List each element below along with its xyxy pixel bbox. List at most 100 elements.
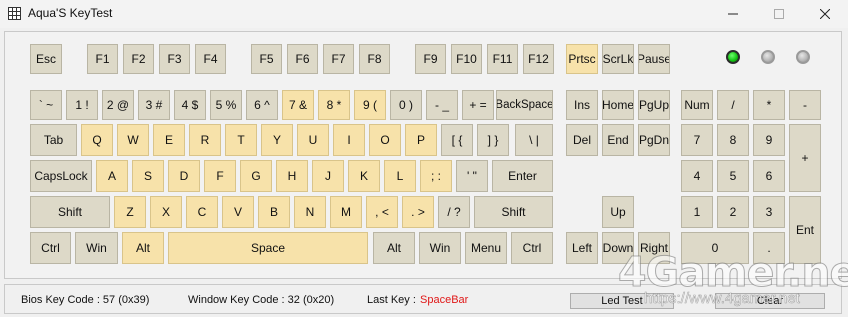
key-f1[interactable]: F1 — [87, 44, 118, 74]
key-a[interactable]: A — [96, 160, 128, 192]
key-u[interactable]: U — [297, 124, 329, 156]
key-minus[interactable]: - _ — [426, 90, 458, 120]
key-f3[interactable]: F3 — [159, 44, 190, 74]
key-g[interactable]: G — [240, 160, 272, 192]
key-d7[interactable]: 7 & — [282, 90, 314, 120]
key-rwin[interactable]: Win — [419, 232, 461, 264]
key-h[interactable]: H — [276, 160, 308, 192]
key-rshift[interactable]: Shift — [474, 196, 553, 228]
key-del[interactable]: Del — [566, 124, 598, 156]
key-backspace[interactable]: BackSpace — [496, 90, 553, 120]
key-f5[interactable]: F5 — [251, 44, 282, 74]
key-d9[interactable]: 9 ( — [354, 90, 386, 120]
key-np2[interactable]: 2 — [717, 196, 749, 228]
key-slash[interactable]: / ? — [438, 196, 470, 228]
key-pgdn[interactable]: PgDn — [638, 124, 670, 156]
maximize-button[interactable] — [756, 0, 802, 28]
key-d1[interactable]: 1 ! — [66, 90, 98, 120]
key-prtsc[interactable]: Prtsc — [566, 44, 598, 74]
key-lshift[interactable]: Shift — [30, 196, 110, 228]
key-d2[interactable]: 2 @ — [102, 90, 134, 120]
minimize-button[interactable] — [710, 0, 756, 28]
key-d8[interactable]: 8 * — [318, 90, 350, 120]
close-button[interactable] — [802, 0, 848, 28]
key-f8[interactable]: F8 — [359, 44, 390, 74]
key-s[interactable]: S — [132, 160, 164, 192]
key-d3[interactable]: 3 # — [138, 90, 170, 120]
key-ins[interactable]: Ins — [566, 90, 598, 120]
key-np4[interactable]: 4 — [681, 160, 713, 192]
key-p[interactable]: P — [405, 124, 437, 156]
key-ralt[interactable]: Alt — [373, 232, 415, 264]
key-home[interactable]: Home — [602, 90, 634, 120]
clear-button[interactable]: Clear — [715, 293, 825, 309]
key-q[interactable]: Q — [81, 124, 113, 156]
key-up[interactable]: Up — [602, 196, 634, 228]
key-backslash[interactable]: \ | — [515, 124, 553, 156]
key-rctrl[interactable]: Ctrl — [511, 232, 553, 264]
key-d4[interactable]: 4 $ — [174, 90, 206, 120]
key-m[interactable]: M — [330, 196, 362, 228]
key-lalt[interactable]: Alt — [122, 232, 164, 264]
key-b[interactable]: B — [258, 196, 290, 228]
key-comma[interactable]: , < — [366, 196, 398, 228]
key-i[interactable]: I — [333, 124, 365, 156]
key-e[interactable]: E — [153, 124, 185, 156]
key-d5[interactable]: 5 % — [210, 90, 242, 120]
key-right[interactable]: Right — [638, 232, 670, 264]
key-f7[interactable]: F7 — [323, 44, 354, 74]
key-f4[interactable]: F4 — [195, 44, 226, 74]
key-t[interactable]: T — [225, 124, 257, 156]
key-npadd[interactable]: + — [789, 124, 821, 192]
key-v[interactable]: V — [222, 196, 254, 228]
key-o[interactable]: O — [369, 124, 401, 156]
key-c[interactable]: C — [186, 196, 218, 228]
key-np3[interactable]: 3 — [753, 196, 785, 228]
led-test-button[interactable]: Led Test — [570, 293, 674, 309]
key-npmul[interactable]: * — [753, 90, 785, 120]
key-z[interactable]: Z — [114, 196, 146, 228]
key-left[interactable]: Left — [566, 232, 598, 264]
key-k[interactable]: K — [348, 160, 380, 192]
key-np5[interactable]: 5 — [717, 160, 749, 192]
key-f2[interactable]: F2 — [123, 44, 154, 74]
key-npent[interactable]: Ent — [789, 196, 821, 264]
key-f10[interactable]: F10 — [451, 44, 482, 74]
key-equal[interactable]: + = — [462, 90, 494, 120]
key-r[interactable]: R — [189, 124, 221, 156]
key-enter[interactable]: Enter — [492, 160, 553, 192]
key-d0[interactable]: 0 ) — [390, 90, 422, 120]
key-end[interactable]: End — [602, 124, 634, 156]
key-np7[interactable]: 7 — [681, 124, 713, 156]
key-tab[interactable]: Tab — [30, 124, 77, 156]
key-np9[interactable]: 9 — [753, 124, 785, 156]
key-grave[interactable]: ` ~ — [30, 90, 62, 120]
key-rbracket[interactable]: ] } — [477, 124, 509, 156]
key-lctrl[interactable]: Ctrl — [30, 232, 71, 264]
key-f[interactable]: F — [204, 160, 236, 192]
key-numlock[interactable]: Num — [681, 90, 713, 120]
key-d6[interactable]: 6 ^ — [246, 90, 278, 120]
key-x[interactable]: X — [150, 196, 182, 228]
key-lbracket[interactable]: [ { — [441, 124, 473, 156]
key-f12[interactable]: F12 — [523, 44, 554, 74]
key-menu[interactable]: Menu — [465, 232, 507, 264]
key-np8[interactable]: 8 — [717, 124, 749, 156]
key-capslock[interactable]: CapsLock — [30, 160, 92, 192]
key-f6[interactable]: F6 — [287, 44, 318, 74]
key-scrlk[interactable]: ScrLk — [602, 44, 634, 74]
key-space[interactable]: Space — [168, 232, 368, 264]
key-d[interactable]: D — [168, 160, 200, 192]
key-pause[interactable]: Pause — [638, 44, 670, 74]
key-pgup[interactable]: PgUp — [638, 90, 670, 120]
key-lwin[interactable]: Win — [75, 232, 118, 264]
key-w[interactable]: W — [117, 124, 149, 156]
key-np6[interactable]: 6 — [753, 160, 785, 192]
key-n[interactable]: N — [294, 196, 326, 228]
key-f9[interactable]: F9 — [415, 44, 446, 74]
key-l[interactable]: L — [384, 160, 416, 192]
key-np1[interactable]: 1 — [681, 196, 713, 228]
key-j[interactable]: J — [312, 160, 344, 192]
key-npsub[interactable]: - — [789, 90, 821, 120]
key-np0[interactable]: 0 — [681, 232, 749, 264]
